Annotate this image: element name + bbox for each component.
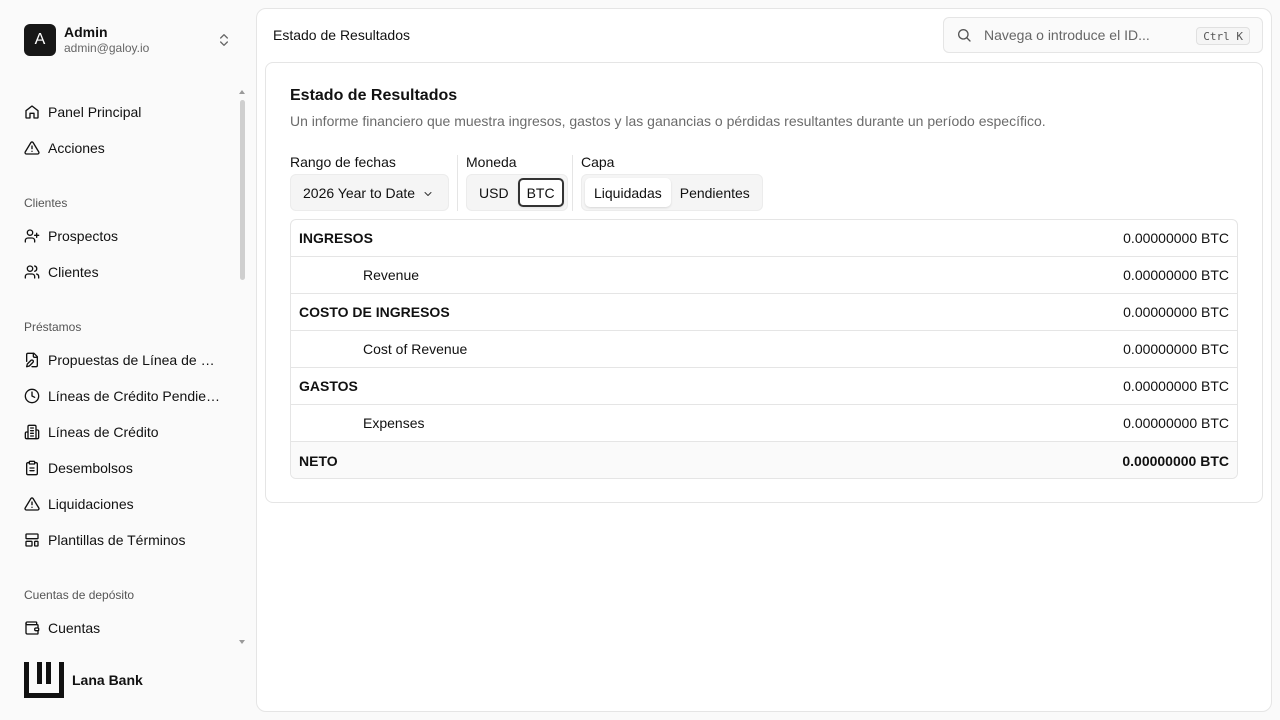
user-plus-icon (24, 229, 40, 243)
row-name: Expenses (363, 415, 425, 431)
clipboard-icon (26, 460, 38, 476)
page-breadcrumb-title: Estado de Resultados (273, 27, 410, 43)
sidebar-item-label: Plantillas de Términos (48, 532, 186, 548)
row-name: Cost of Revenue (363, 341, 468, 357)
currency-btc-button[interactable]: BTC (517, 178, 564, 207)
group-label-cuentas-deposito: Cuentas de depósito (24, 588, 135, 602)
sidebar-item-label: Clientes (48, 264, 99, 280)
sidebar: A Admin admin@galoy.io Panel Principal A… (0, 0, 256, 720)
chevron-down-icon (424, 192, 432, 196)
row-amount: 0.00000000 BTC (1123, 230, 1229, 246)
scrollbar-thumb[interactable] (240, 100, 245, 280)
wallet-icon (25, 621, 40, 635)
brand: Lana Bank (24, 662, 143, 698)
layer-liquidadas-button[interactable]: Liquidadas (585, 178, 671, 207)
sidebar-item-desembolsos[interactable]: Desembolsos (16, 452, 232, 484)
table-row: Revenue 0.00000000 BTC (291, 257, 1237, 294)
date-range-select[interactable]: 2026 Year to Date (290, 174, 449, 211)
search-icon (958, 29, 971, 42)
clock-icon (24, 388, 40, 404)
search-input[interactable]: Navega o introduce el ID... Ctrl K (943, 17, 1263, 53)
sidebar-item-label: Desembolsos (48, 460, 133, 476)
sidebar-item-label: Líneas de Crédito Pendientes (48, 388, 222, 404)
building-icon (24, 424, 40, 440)
table-row: GASTOS 0.00000000 BTC (291, 368, 1237, 405)
filter-divider (457, 155, 458, 211)
sidebar-item-clientes[interactable]: Clientes (16, 256, 232, 288)
sidebar-item-acciones[interactable]: Acciones (16, 132, 232, 164)
sidebar-item-prospectos[interactable]: Prospectos (16, 220, 232, 252)
main-panel: Estado de Resultados Navega o introduce … (256, 8, 1272, 712)
filter-divider (572, 155, 573, 211)
table-row-total: NETO 0.00000000 BTC (291, 442, 1237, 478)
sidebar-item-propuestas[interactable]: Propuestas de Línea de Crédito (16, 344, 232, 376)
sidebar-item-label: Prospectos (48, 228, 119, 244)
scroll-up-arrow-icon[interactable] (239, 90, 245, 94)
table-row: COSTO DE INGRESOS 0.00000000 BTC (291, 294, 1237, 331)
row-amount: 0.00000000 BTC (1123, 415, 1229, 431)
layer-toggle: Liquidadas Pendientes (581, 174, 763, 211)
currency-usd-button[interactable]: USD (470, 178, 518, 207)
brand-name: Lana Bank (72, 672, 143, 688)
avatar: A (24, 24, 56, 56)
sidebar-item-label: Liquidaciones (48, 496, 134, 512)
sidebar-item-lineas-pendientes[interactable]: Líneas de Crédito Pendientes (16, 380, 232, 412)
sidebar-item-label: Cuentas (48, 620, 101, 636)
search-shortcut: Ctrl K (1196, 27, 1250, 45)
currency-label: Moneda (466, 154, 517, 170)
search-placeholder: Navega o introduce el ID... (984, 27, 1150, 43)
row-amount: 0.00000000 BTC (1123, 267, 1229, 283)
sidebar-item-cuentas[interactable]: Cuentas (16, 612, 232, 644)
group-label-clientes: Clientes (24, 196, 68, 210)
alert-triangle-icon (24, 141, 40, 155)
date-range-value: 2026 Year to Date (303, 184, 416, 201)
row-amount: 0.00000000 BTC (1122, 452, 1229, 469)
sidebar-item-label: Acciones (48, 140, 105, 156)
sidebar-item-lineas-credito[interactable]: Líneas de Crédito (16, 416, 232, 448)
group-label-prestamos: Préstamos (24, 320, 82, 334)
chevrons-up-down-icon (220, 34, 228, 46)
user-name: Admin (64, 24, 108, 41)
file-edit-icon (26, 352, 38, 368)
row-amount: 0.00000000 BTC (1123, 304, 1229, 320)
layer-label: Capa (581, 154, 615, 170)
lana-bank-logo (24, 662, 64, 698)
sidebar-item-label: Propuestas de Línea de Crédito (48, 352, 218, 368)
row-name: Revenue (363, 267, 420, 283)
date-range-label: Rango de fechas (290, 154, 396, 170)
row-name: COSTO DE INGRESOS (299, 304, 450, 320)
user-email: admin@galoy.io (64, 41, 150, 56)
row-name: NETO (299, 452, 338, 469)
sidebar-item-label: Líneas de Crédito (48, 424, 159, 440)
table-row: Expenses 0.00000000 BTC (291, 405, 1237, 442)
sidebar-item-label: Panel Principal (48, 104, 142, 120)
row-amount: 0.00000000 BTC (1123, 378, 1229, 394)
sidebar-item-plantillas[interactable]: Plantillas de Términos (16, 524, 232, 556)
table-row: INGRESOS 0.00000000 BTC (291, 220, 1237, 257)
layout-template-icon (25, 533, 39, 547)
users-icon (24, 265, 40, 279)
layer-pendientes-button[interactable]: Pendientes (671, 178, 759, 207)
currency-toggle: USD BTC (466, 174, 568, 211)
row-name: GASTOS (299, 378, 358, 394)
user-switcher[interactable]: A Admin admin@galoy.io (16, 16, 240, 64)
page-description: Un informe financiero que muestra ingres… (290, 113, 1046, 129)
alert-triangle-icon (24, 497, 40, 511)
income-statement-card: Estado de Resultados Un informe financie… (265, 62, 1263, 503)
sidebar-scrollbar[interactable] (237, 88, 245, 648)
sidebar-item-liquidaciones[interactable]: Liquidaciones (16, 488, 232, 520)
home-icon (25, 105, 39, 119)
page-title: Estado de Resultados (290, 87, 458, 104)
table-row: Cost of Revenue 0.00000000 BTC (291, 331, 1237, 368)
row-name: INGRESOS (299, 230, 373, 246)
scroll-down-arrow-icon[interactable] (239, 640, 245, 644)
row-amount: 0.00000000 BTC (1123, 341, 1229, 357)
sidebar-item-panel-principal[interactable]: Panel Principal (16, 96, 232, 128)
income-statement-table: INGRESOS 0.00000000 BTC Revenue 0.000000… (290, 219, 1238, 479)
